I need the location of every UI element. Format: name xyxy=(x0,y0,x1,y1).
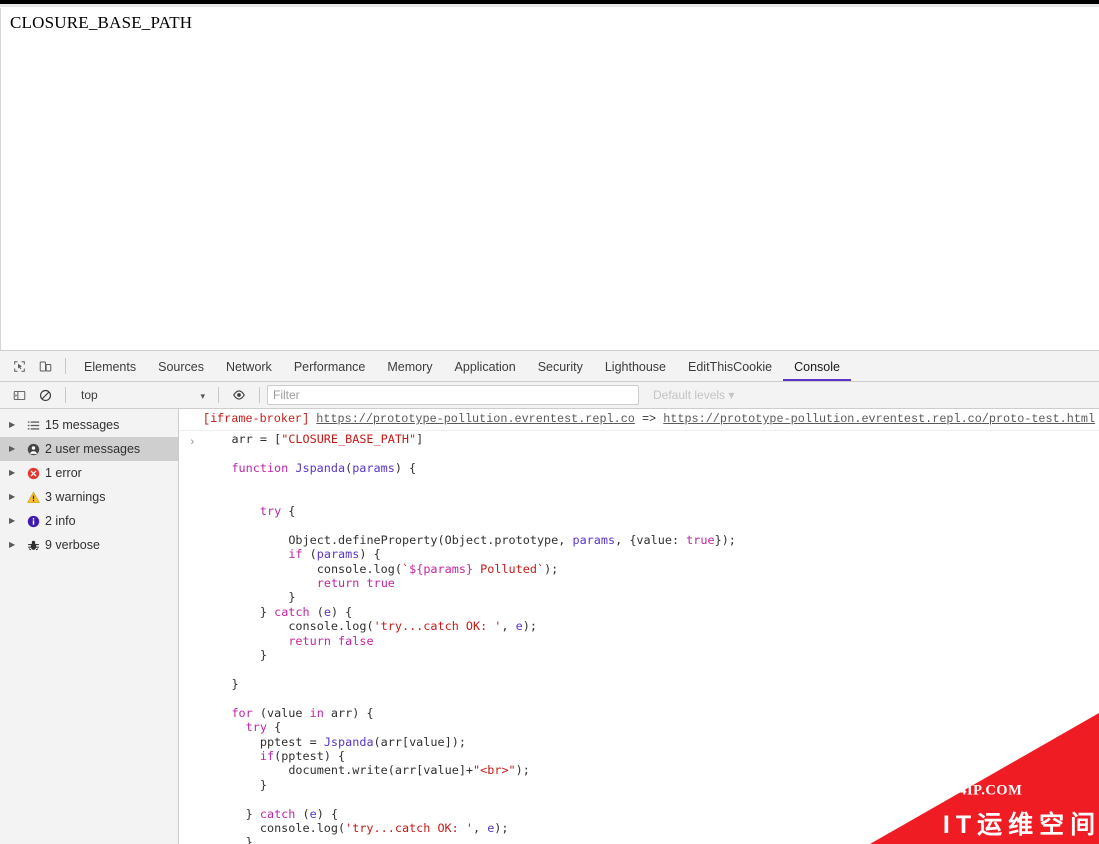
console-message-list[interactable]: [iframe-broker] https://prototype-pollut… xyxy=(179,409,1099,844)
console-filter-input[interactable] xyxy=(267,385,639,405)
console-source-code: arr = ["CLOSURE_BASE_PATH"] function Jsp… xyxy=(231,432,736,844)
tab-sources[interactable]: Sources xyxy=(147,352,215,381)
show-console-sidebar-icon[interactable] xyxy=(6,382,32,408)
tab-elements[interactable]: Elements xyxy=(73,352,147,381)
sidebar-item-label: 3 warnings xyxy=(45,490,106,504)
expand-arrow-icon[interactable]: ▶ xyxy=(9,445,23,453)
console-message-iframe-broker[interactable]: [iframe-broker] https://prototype-pollut… xyxy=(179,409,1099,431)
screenshot-root: CLOSURE_BASE_PATH Elements Sources Netwo… xyxy=(0,0,1099,844)
expression-disclosure-icon[interactable]: › xyxy=(189,437,196,449)
sidebar-item-warnings[interactable]: ▶ 3 warnings xyxy=(0,485,178,509)
log-levels-dropdown[interactable]: Default levels ▾ xyxy=(653,388,734,402)
tab-performance[interactable]: Performance xyxy=(283,352,377,381)
chevron-down-icon: ▾ xyxy=(728,388,735,402)
sidebar-item-info[interactable]: ▶ 2 info xyxy=(0,509,178,533)
sidebar-item-user-messages[interactable]: ▶ 2 user messages xyxy=(0,437,178,461)
filterbar-divider-2 xyxy=(218,387,219,403)
sidebar-item-label: 1 error xyxy=(45,466,82,480)
live-expression-eye-icon[interactable] xyxy=(226,382,252,408)
error-icon xyxy=(23,467,43,480)
execution-context-value: top xyxy=(81,388,98,402)
arrow-separator: => xyxy=(641,412,657,426)
tab-editthiscookie[interactable]: EditThisCookie xyxy=(677,352,783,381)
tab-network[interactable]: Network xyxy=(215,352,283,381)
chevron-down-icon: ▾ xyxy=(200,391,205,401)
toolbar-divider xyxy=(65,358,66,374)
info-icon xyxy=(23,515,43,528)
console-body: ▶ 15 messages ▶ 2 user messages ▶ 1 erro… xyxy=(0,409,1099,844)
sidebar-item-verbose[interactable]: ▶ 9 verbose xyxy=(0,533,178,557)
sidebar-item-label: 9 verbose xyxy=(45,538,100,552)
tab-security[interactable]: Security xyxy=(527,352,594,381)
tab-application[interactable]: Application xyxy=(444,352,527,381)
log-levels-label: Default levels xyxy=(653,388,726,402)
list-icon xyxy=(23,419,43,432)
iframe-broker-tag: [iframe-broker] xyxy=(203,412,310,426)
tab-lighthouse[interactable]: Lighthouse xyxy=(594,352,677,381)
device-toolbar-icon[interactable] xyxy=(32,353,58,379)
sidebar-item-label: 2 user messages xyxy=(45,442,141,456)
tab-console[interactable]: Console xyxy=(783,352,851,381)
execution-context-selector[interactable]: top ▾ xyxy=(73,385,211,405)
expand-arrow-icon[interactable]: ▶ xyxy=(9,469,23,477)
filterbar-divider-3 xyxy=(259,387,260,403)
inspect-element-icon[interactable] xyxy=(6,353,32,379)
filterbar-divider-1 xyxy=(65,387,66,403)
expand-arrow-icon[interactable]: ▶ xyxy=(9,421,23,429)
sidebar-item-label: 2 info xyxy=(45,514,76,528)
sidebar-item-label: 15 messages xyxy=(45,418,120,432)
iframe-from-url[interactable]: https://prototype-pollution.evrentest.re… xyxy=(316,412,635,426)
expand-arrow-icon[interactable]: ▶ xyxy=(9,541,23,549)
expand-arrow-icon[interactable]: ▶ xyxy=(9,493,23,501)
console-filter-bar: top ▾ Default levels ▾ xyxy=(0,382,1099,409)
page-rendered-text: CLOSURE_BASE_PATH xyxy=(10,13,193,32)
tab-memory[interactable]: Memory xyxy=(376,352,443,381)
devtools-panel: Elements Sources Network Performance Mem… xyxy=(0,350,1099,844)
iframe-to-url[interactable]: https://prototype-pollution.evrentest.re… xyxy=(663,412,1095,426)
sidebar-item-errors[interactable]: ▶ 1 error xyxy=(0,461,178,485)
user-icon xyxy=(23,443,43,456)
devtools-tabbar: Elements Sources Network Performance Mem… xyxy=(0,351,1099,382)
console-sidebar: ▶ 15 messages ▶ 2 user messages ▶ 1 erro… xyxy=(0,409,179,844)
expand-arrow-icon[interactable]: ▶ xyxy=(9,517,23,525)
rendered-page-viewport: CLOSURE_BASE_PATH xyxy=(0,8,1099,350)
sidebar-item-messages[interactable]: ▶ 15 messages xyxy=(0,413,178,437)
bug-icon xyxy=(23,539,43,552)
console-evaluated-expression[interactable]: › arr = ["CLOSURE_BASE_PATH"] function J… xyxy=(179,431,1099,844)
clear-console-icon[interactable] xyxy=(32,382,58,408)
warning-icon xyxy=(23,490,43,504)
